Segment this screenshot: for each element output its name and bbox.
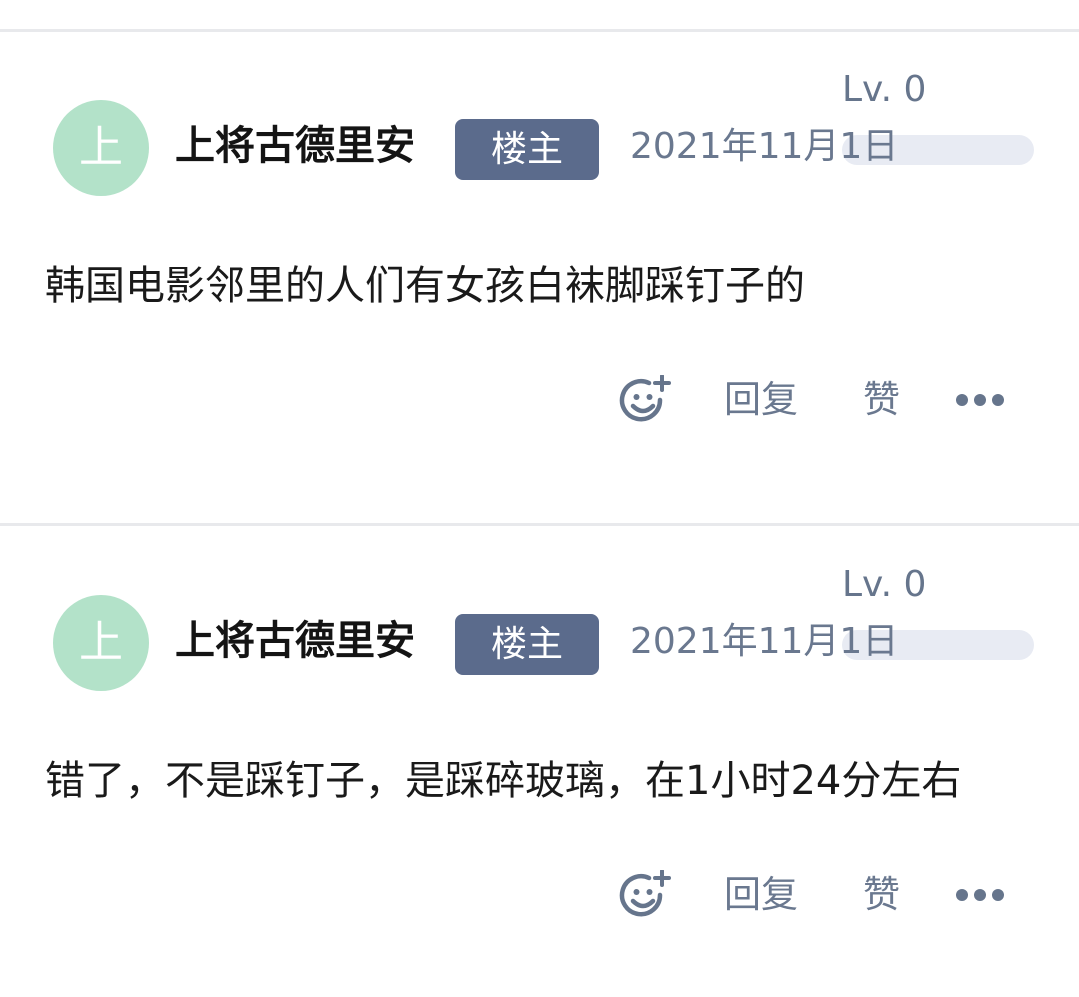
smiley-plus-icon[interactable] xyxy=(619,870,671,922)
op-badge: 楼主 xyxy=(455,119,599,180)
post-content: 错了，不是踩钉子，是踩碎玻璃，在1小时24分左右 xyxy=(45,758,962,804)
post-content: 韩国电影邻里的人们有女孩白袜脚踩钉子的 xyxy=(45,263,805,309)
level-text: Lv. 0 xyxy=(842,69,927,110)
username[interactable]: 上将古德里安 xyxy=(175,615,415,667)
username[interactable]: 上将古德里安 xyxy=(175,120,415,172)
reply-button[interactable]: 回复 xyxy=(724,872,798,918)
more-dots-icon[interactable] xyxy=(954,378,1006,422)
post-divider xyxy=(0,523,1079,526)
post-date: 2021年11月1日 xyxy=(630,621,899,662)
reply-button[interactable]: 回复 xyxy=(724,377,798,423)
level-text: Lv. 0 xyxy=(842,564,927,605)
avatar[interactable]: 上 xyxy=(53,595,149,691)
op-badge: 楼主 xyxy=(455,614,599,675)
reply-post: 上 上将古德里安 楼主 Lv. 0 2021年11月1日 错了，不是踩钉子，是踩… xyxy=(0,527,1079,997)
avatar[interactable]: 上 xyxy=(53,100,149,196)
smiley-plus-icon[interactable] xyxy=(619,375,671,427)
like-button[interactable]: 赞 xyxy=(863,872,900,918)
post-date: 2021年11月1日 xyxy=(630,126,899,167)
like-button[interactable]: 赞 xyxy=(863,377,900,423)
more-dots-icon[interactable] xyxy=(954,873,1006,917)
reply-post: 上 上将古德里安 楼主 Lv. 0 2021年11月1日 韩国电影邻里的人们有女… xyxy=(0,32,1079,502)
